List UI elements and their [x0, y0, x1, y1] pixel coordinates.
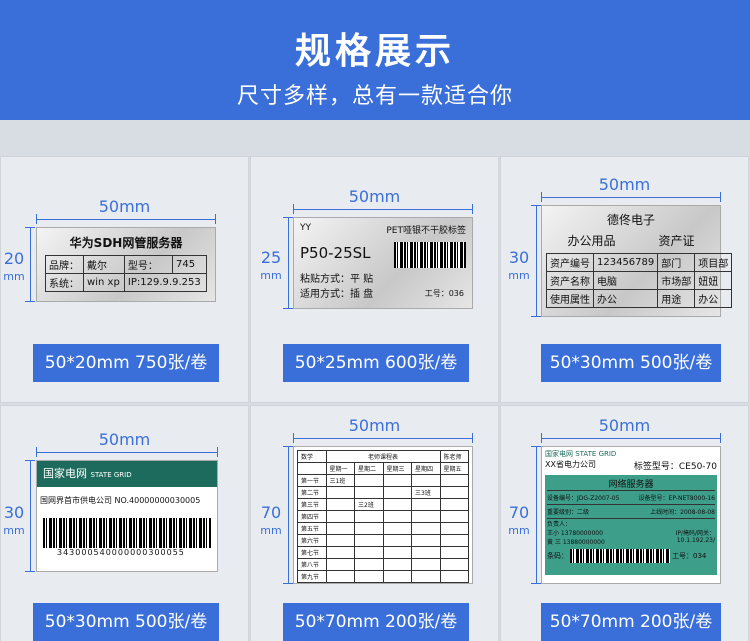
label-code: P50-25SL: [300, 244, 371, 262]
height-dimension-line: [25, 460, 35, 572]
height-dimension-line: [531, 205, 541, 317]
spec-button[interactable]: 50*70mm 200张/卷: [541, 603, 721, 641]
sample-label: 国家电网 STATE GRID 国网界首市供电公司 NO.40000000030…: [36, 460, 218, 572]
width-dimension-line: [541, 433, 721, 443]
label-title: 华为SDH网管服务器: [69, 236, 183, 250]
height-label: 30 mm: [3, 503, 25, 538]
page-title: 规格展示: [294, 31, 455, 72]
height-label: 30 mm: [508, 248, 530, 283]
schedule-table: 数学 老师课程表 陈老师 星期一 星期二 星期三 星期四 星期五 第一节 三1班 第二节 三3班…: [297, 450, 469, 583]
page-header: 规格展示 尺寸多样，总有一款适合你: [0, 0, 750, 120]
label-table: 品牌： 戴尔 型号： 745 系统： win xp IP:129.9.9.253: [44, 255, 208, 292]
company-name: 德佟电子: [606, 213, 655, 227]
spec-card-50x70-server: 50mm 70 mm 国家电网 STATE GRID XX省电力公司 标签型号：CE…: [500, 405, 749, 641]
spec-card-50x70-schedule: 50mm 70 mm 数学 老师课程表 陈老师 星期一 星期二 星期三 星期四 星期五 第一节…: [250, 405, 499, 641]
page-subtitle: 尺寸多样，总有一款适合你: [236, 84, 513, 109]
width-dimension-line: [293, 204, 473, 214]
sample-label: YY PET哑银不干胶标签 P50-25SL 粘贴方式：平 贴 适用方式：插 盘…: [293, 217, 473, 309]
height-label: 25 mm: [260, 248, 282, 283]
sample-label: 华为SDH网管服务器 品牌： 戴尔 型号： 745 系统： win xp IP:129.9…: [36, 227, 216, 302]
height-label: 70 mm: [260, 503, 282, 538]
barcode: [43, 518, 211, 548]
spec-button[interactable]: 50*25mm 600张/卷: [283, 344, 469, 382]
spec-card-50x25: 50mm 25 mm YY PET哑银不干胶标签 P50-25SL 粘贴方式：平 …: [250, 156, 499, 403]
brand-bar: 国家电网 STATE GRID: [37, 461, 217, 487]
spec-card-50x20: 50mm 20 mm 华为SDH网管服务器 品牌： 戴尔 型号： 745 系统： win …: [0, 156, 249, 403]
barcode: [570, 549, 670, 563]
sample-label: 数学 老师课程表 陈老师 星期一 星期二 星期三 星期四 星期五 第一节 三1班 第二节 三3班…: [293, 446, 473, 584]
height-dimension-line: [531, 446, 541, 584]
spec-grid: 50mm 20 mm 华为SDH网管服务器 品牌： 戴尔 型号： 745 系统： win …: [0, 156, 750, 641]
height-label: 20 mm: [3, 249, 25, 284]
height-dimension-line: [283, 217, 293, 309]
spec-button[interactable]: 50*30mm 500张/卷: [541, 344, 721, 382]
width-dimension-line: [36, 214, 216, 224]
sample-label: 国家电网 STATE GRID XX省电力公司 标签型号：CE50-70 网络服务…: [541, 446, 721, 584]
height-dimension-line: [25, 227, 35, 302]
height-dimension-line: [283, 446, 293, 584]
sample-label: 德佟电子 办公用品 资产证 资产编号 123456789 部门 项目部 资产名称 电脑 市场…: [541, 205, 733, 317]
spec-button[interactable]: 50*20mm 750张/卷: [33, 344, 219, 382]
spec-card-50x30: 50mm 30 mm 德佟电子 办公用品 资产证 资产编号 123456789 部门 项目…: [500, 156, 749, 403]
server-panel: 网络服务器 设备编号：JDG-Z2007-05 设备型号：EP-NET8000-1…: [545, 475, 717, 575]
height-label: 70 mm: [508, 503, 530, 538]
width-dimension-line: [541, 192, 721, 202]
spec-button[interactable]: 50*30mm 500张/卷: [33, 603, 219, 641]
asset-table: 资产编号 123456789 部门 项目部 资产名称 电脑 市场部 妞妞 使用属性 办公 用途办…: [546, 253, 733, 308]
spec-card-50x30-grid: 50mm 30 mm 国家电网 STATE GRID 国网界首市供电公司 NO.4…: [0, 405, 249, 641]
width-dimension-line: [36, 447, 218, 457]
width-dimension-line: [293, 433, 473, 443]
barcode: [394, 242, 466, 268]
spec-button[interactable]: 50*70mm 200张/卷: [283, 603, 469, 641]
